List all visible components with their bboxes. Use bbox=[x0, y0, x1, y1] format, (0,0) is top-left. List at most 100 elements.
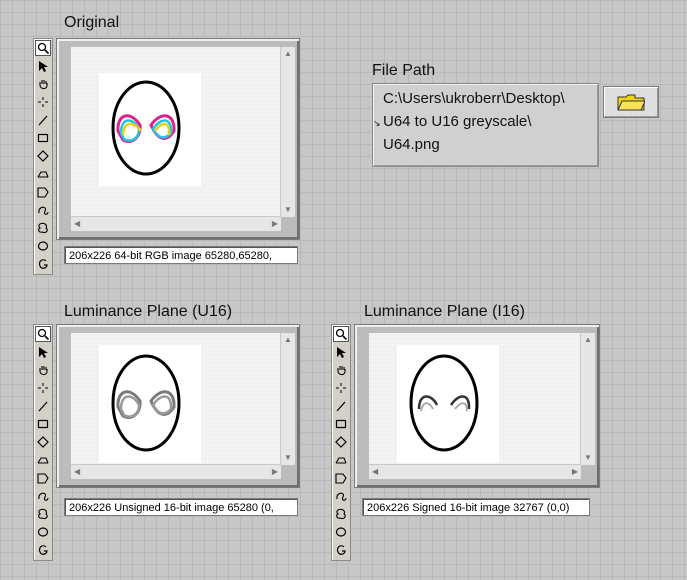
freehand-tool[interactable] bbox=[333, 488, 349, 504]
luminance-u16-label: Luminance Plane (U16) bbox=[64, 303, 233, 320]
pan-icon bbox=[39, 366, 48, 376]
image-status-bar: 206x226 Unsigned 16-bit image 65280 (0, bbox=[64, 498, 298, 516]
file-path-control[interactable]: ↘ C:\Users\ukroberr\Desktop\ U64 to U16 … bbox=[372, 83, 599, 167]
crosshair-tool[interactable] bbox=[35, 380, 51, 396]
vertical-scrollbar[interactable]: ▲ ▼ bbox=[580, 333, 595, 465]
original-label: Original bbox=[64, 14, 120, 31]
rectangle-tool[interactable] bbox=[35, 416, 51, 432]
zoom-tool[interactable] bbox=[35, 40, 51, 56]
tool-palette[interactable] bbox=[331, 324, 351, 561]
line-tool[interactable] bbox=[35, 112, 51, 128]
broken-line-tool[interactable] bbox=[35, 256, 51, 272]
polygon-tool[interactable] bbox=[333, 470, 349, 486]
crosshair-tool[interactable] bbox=[333, 380, 349, 396]
browse-button[interactable] bbox=[603, 86, 659, 118]
u16-image-display[interactable]: ▲ ▼ ◀ ▶ 206x226 Unsigned 16-bit image 65… bbox=[33, 324, 300, 574]
zoom-icon bbox=[37, 328, 49, 340]
rectangle-icon bbox=[37, 419, 49, 429]
polygon-tool[interactable] bbox=[35, 470, 51, 486]
annulus-tool[interactable] bbox=[35, 166, 51, 182]
image-viewport[interactable] bbox=[369, 333, 581, 465]
rotated-rect-icon bbox=[37, 150, 49, 162]
freehand-icon bbox=[38, 206, 49, 215]
i16-mask-image bbox=[409, 354, 479, 452]
image-viewport[interactable] bbox=[71, 47, 281, 217]
crosshair-icon bbox=[336, 383, 346, 393]
tool-palette[interactable] bbox=[33, 324, 53, 561]
horizontal-scrollbar[interactable]: ◀ ▶ bbox=[71, 216, 281, 231]
freehand-region-tool[interactable] bbox=[35, 220, 51, 236]
rectangle-tool[interactable] bbox=[333, 416, 349, 432]
pointer-icon bbox=[337, 347, 346, 358]
zoom-icon bbox=[37, 42, 49, 54]
luminance-i16-label: Luminance Plane (I16) bbox=[364, 303, 525, 320]
oval-tool[interactable] bbox=[35, 238, 51, 254]
broken-line-tool[interactable] bbox=[35, 542, 51, 558]
i16-image-display[interactable]: ▲ ▼ ◀ ▶ 206x226 Signed 16-bit image 3276… bbox=[331, 324, 600, 574]
polygon-tool[interactable] bbox=[35, 184, 51, 200]
image-viewport[interactable] bbox=[71, 333, 281, 465]
rotated-rect-tool[interactable] bbox=[35, 148, 51, 164]
rotated-rect-icon bbox=[37, 436, 49, 448]
crosshair-tool[interactable] bbox=[35, 94, 51, 110]
file-path-label: File Path bbox=[372, 62, 436, 79]
annulus-tool[interactable] bbox=[333, 452, 349, 468]
zoom-tool[interactable] bbox=[35, 326, 51, 342]
rotated-rect-tool[interactable] bbox=[35, 434, 51, 450]
pan-icon bbox=[39, 80, 48, 90]
crosshair-icon bbox=[38, 97, 48, 107]
tool-palette[interactable] bbox=[33, 38, 53, 275]
freehand-region-tool[interactable] bbox=[35, 506, 51, 522]
vertical-scrollbar[interactable]: ▲ ▼ bbox=[280, 47, 295, 217]
freehand-tool[interactable] bbox=[35, 488, 51, 504]
broken-line-icon bbox=[38, 545, 48, 555]
image-status-bar: 206x226 Signed 16-bit image 32767 (0,0) bbox=[362, 498, 590, 516]
broken-line-tool[interactable] bbox=[333, 542, 349, 558]
rectangle-icon bbox=[37, 133, 49, 143]
freehand-region-icon bbox=[38, 508, 48, 520]
freehand-icon bbox=[38, 492, 49, 501]
polygon-icon bbox=[37, 187, 49, 198]
pan-icon bbox=[337, 366, 346, 376]
u16-mask-image bbox=[111, 354, 181, 452]
line-tool[interactable] bbox=[35, 398, 51, 414]
oval-tool[interactable] bbox=[333, 524, 349, 540]
zoom-tool[interactable] bbox=[333, 326, 349, 342]
freehand-tool[interactable] bbox=[35, 202, 51, 218]
crosshair-icon bbox=[38, 383, 48, 393]
broken-line-icon bbox=[38, 259, 48, 269]
file-path-value[interactable]: C:\Users\ukroberr\Desktop\ U64 to U16 gr… bbox=[383, 87, 593, 156]
pointer-icon bbox=[39, 61, 48, 72]
annulus-icon bbox=[37, 457, 49, 464]
freehand-region-tool[interactable] bbox=[333, 506, 349, 522]
oval-tool[interactable] bbox=[35, 524, 51, 540]
polygon-icon bbox=[335, 473, 347, 484]
oval-icon bbox=[335, 527, 347, 537]
line-icon bbox=[38, 115, 48, 126]
original-image-display[interactable]: ▲ ▼ ◀ ▶ 206x226 64-bit RGB image 65280,6… bbox=[33, 38, 300, 275]
rotated-rect-icon bbox=[335, 436, 347, 448]
pointer-tool[interactable] bbox=[333, 344, 349, 360]
zoom-icon bbox=[335, 328, 347, 340]
pointer-tool[interactable] bbox=[35, 344, 51, 360]
pointer-tool[interactable] bbox=[35, 58, 51, 74]
pan-tool[interactable] bbox=[35, 362, 51, 378]
annulus-tool[interactable] bbox=[35, 452, 51, 468]
broken-line-icon bbox=[336, 545, 346, 555]
annulus-icon bbox=[37, 171, 49, 178]
freehand-icon bbox=[336, 492, 347, 501]
horizontal-scrollbar[interactable]: ◀ ▶ bbox=[369, 464, 581, 479]
vertical-scrollbar[interactable]: ▲ ▼ bbox=[280, 333, 295, 465]
folder-icon bbox=[617, 94, 645, 111]
rotated-rect-tool[interactable] bbox=[333, 434, 349, 450]
pan-tool[interactable] bbox=[35, 76, 51, 92]
freehand-region-icon bbox=[38, 222, 48, 234]
line-tool[interactable] bbox=[333, 398, 349, 414]
oval-icon bbox=[37, 241, 49, 251]
path-icon: ↘ bbox=[373, 118, 381, 128]
rectangle-tool[interactable] bbox=[35, 130, 51, 146]
pan-tool[interactable] bbox=[333, 362, 349, 378]
horizontal-scrollbar[interactable]: ◀ ▶ bbox=[71, 464, 281, 479]
line-icon bbox=[336, 401, 346, 412]
pointer-icon bbox=[39, 347, 48, 358]
